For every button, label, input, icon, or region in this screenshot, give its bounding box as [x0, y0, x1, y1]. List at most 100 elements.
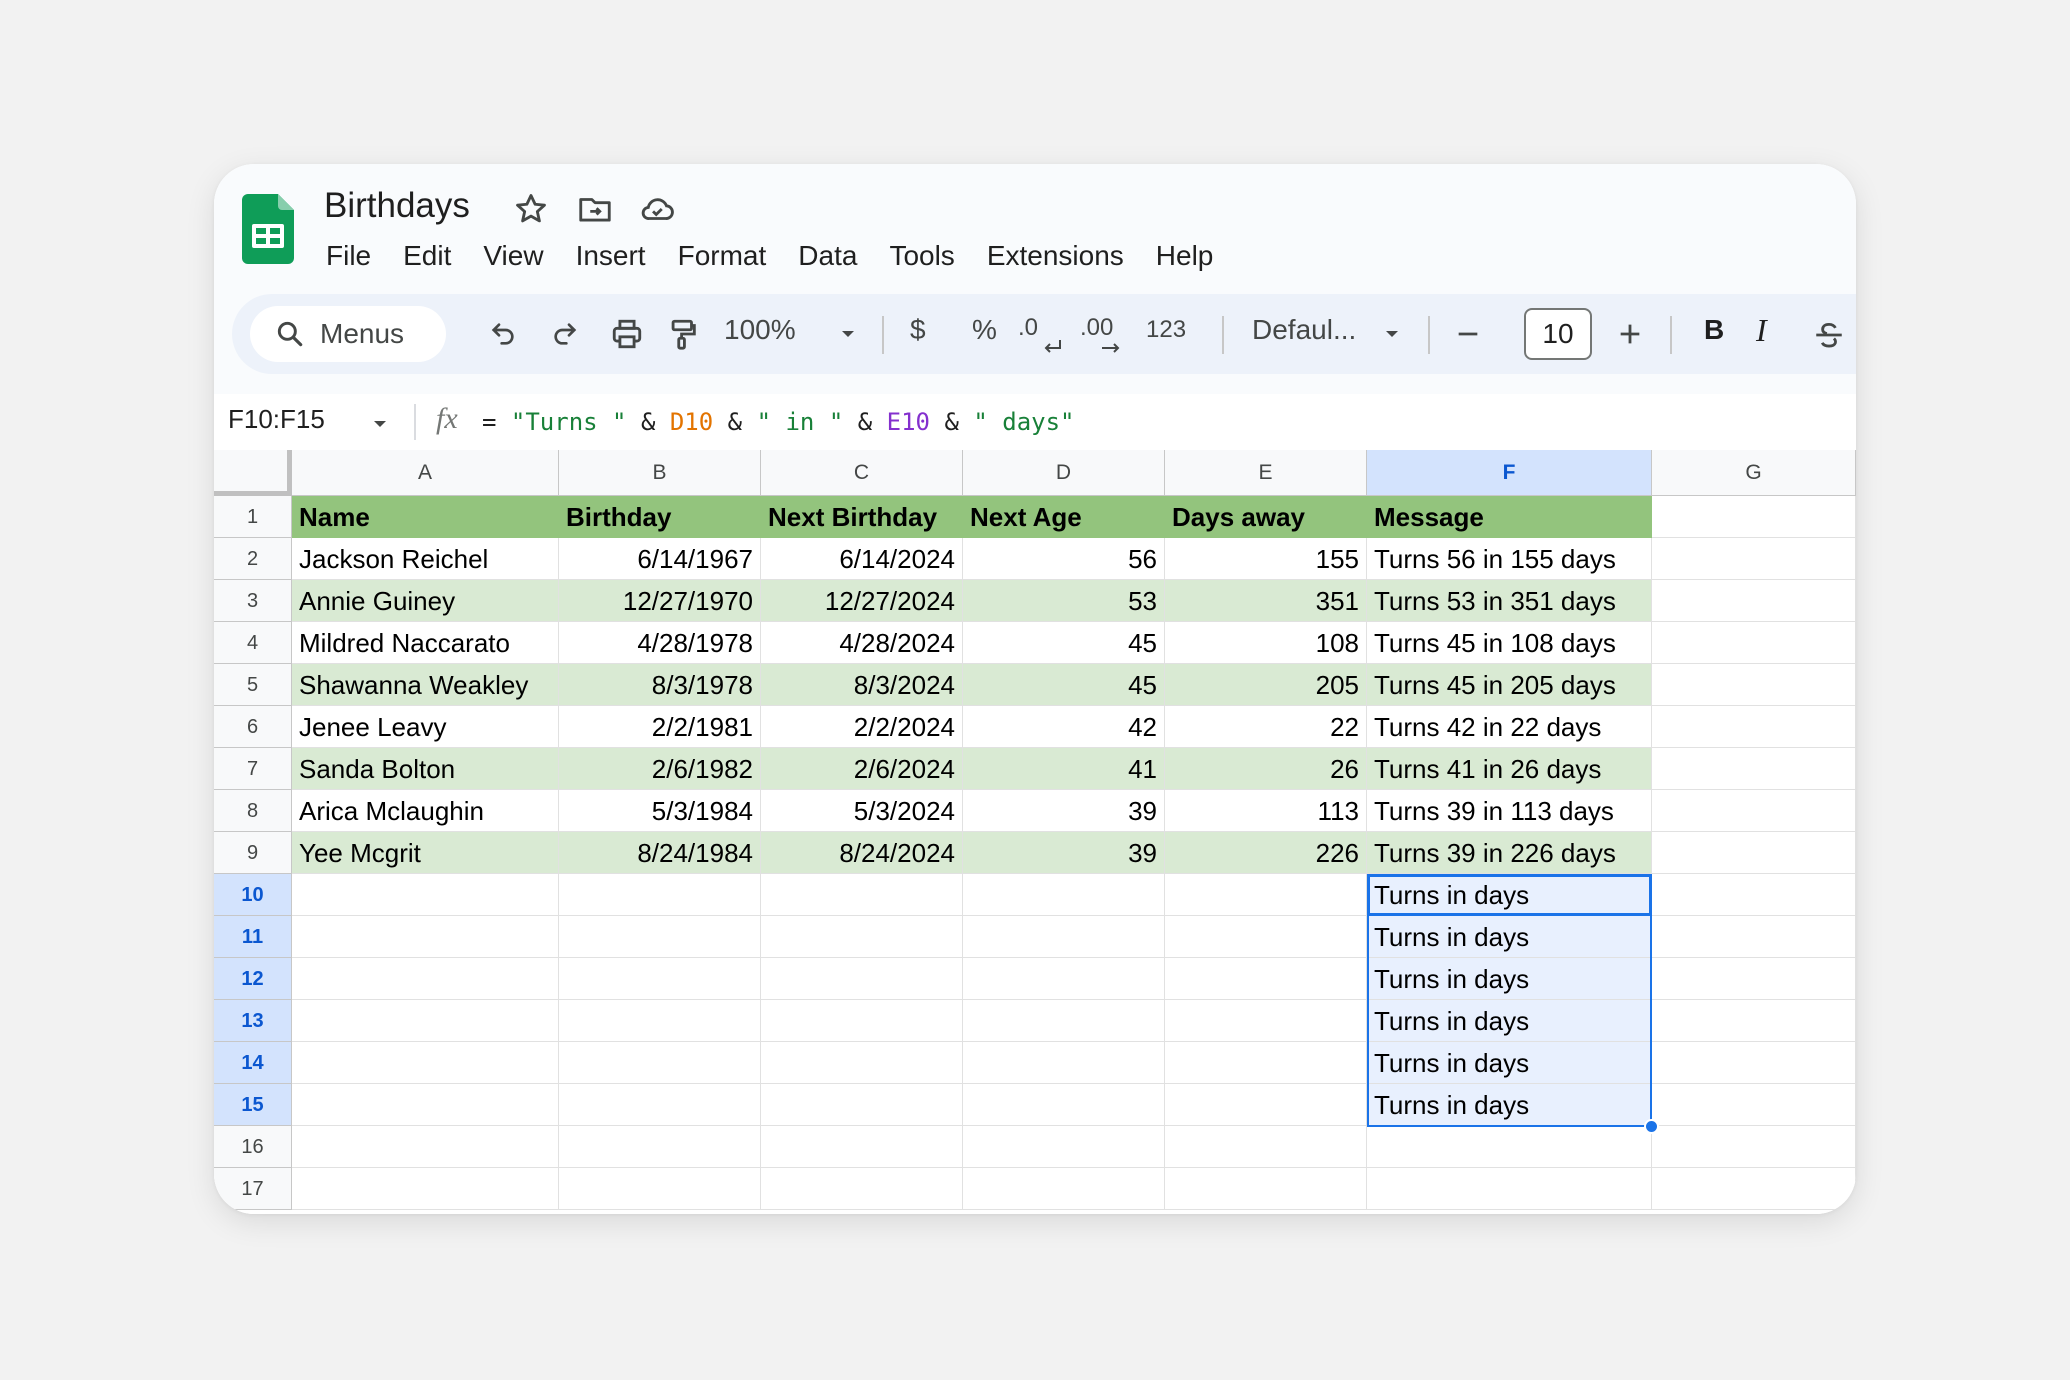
table-cell[interactable]: Turns 42 in 22 days: [1367, 706, 1652, 748]
table-cell[interactable]: Arica Mclaughin: [292, 790, 559, 832]
table-cell[interactable]: Turns in days: [1367, 874, 1652, 916]
table-cell[interactable]: [559, 1000, 761, 1042]
table-cell[interactable]: [1652, 1042, 1856, 1084]
table-cell[interactable]: [559, 916, 761, 958]
header-cell[interactable]: Next Age: [963, 496, 1165, 538]
zoom-value[interactable]: 100%: [724, 314, 796, 346]
table-cell[interactable]: 6/14/1967: [559, 538, 761, 580]
table-cell[interactable]: Turns 41 in 26 days: [1367, 748, 1652, 790]
cloud-status-icon[interactable]: [638, 190, 676, 228]
table-cell[interactable]: [559, 1042, 761, 1084]
currency-format-button[interactable]: $: [910, 314, 926, 346]
table-cell[interactable]: 41: [963, 748, 1165, 790]
table-cell[interactable]: Sanda Bolton: [292, 748, 559, 790]
row-header[interactable]: 10: [214, 874, 292, 916]
percent-format-button[interactable]: %: [972, 314, 997, 346]
table-cell[interactable]: [1165, 958, 1367, 1000]
bold-button[interactable]: B: [1704, 314, 1724, 346]
table-cell[interactable]: 45: [963, 664, 1165, 706]
row-header[interactable]: 15: [214, 1084, 292, 1126]
menu-insert[interactable]: Insert: [560, 234, 662, 278]
row-header[interactable]: 5: [214, 664, 292, 706]
document-title[interactable]: Birthdays: [324, 186, 470, 226]
table-cell[interactable]: 39: [963, 790, 1165, 832]
header-cell[interactable]: [1652, 496, 1856, 538]
table-cell[interactable]: Turns 45 in 108 days: [1367, 622, 1652, 664]
search-menus-button[interactable]: Menus: [250, 306, 446, 362]
table-cell[interactable]: 113: [1165, 790, 1367, 832]
header-cell[interactable]: Birthday: [559, 496, 761, 538]
table-cell[interactable]: [963, 1126, 1165, 1168]
decrease-decimal-button[interactable]: .0: [1018, 314, 1038, 342]
table-cell[interactable]: [1165, 916, 1367, 958]
row-header[interactable]: 17: [214, 1168, 292, 1210]
table-cell[interactable]: [1652, 832, 1856, 874]
table-cell[interactable]: 8/24/1984: [559, 832, 761, 874]
row-header[interactable]: 9: [214, 832, 292, 874]
table-cell[interactable]: Turns 39 in 113 days: [1367, 790, 1652, 832]
minus-icon[interactable]: [1454, 320, 1482, 348]
table-cell[interactable]: [559, 1084, 761, 1126]
table-cell[interactable]: [292, 1000, 559, 1042]
column-header-a[interactable]: A: [292, 450, 559, 496]
table-cell[interactable]: [1652, 664, 1856, 706]
column-header-b[interactable]: B: [559, 450, 761, 496]
move-folder-icon[interactable]: [576, 190, 614, 228]
table-cell[interactable]: 45: [963, 622, 1165, 664]
table-cell[interactable]: [761, 1084, 963, 1126]
table-cell[interactable]: [292, 916, 559, 958]
table-cell[interactable]: [292, 1126, 559, 1168]
plus-icon[interactable]: [1616, 320, 1644, 348]
table-cell[interactable]: Jackson Reichel: [292, 538, 559, 580]
table-cell[interactable]: [761, 1042, 963, 1084]
table-cell[interactable]: 2/2/1981: [559, 706, 761, 748]
table-cell[interactable]: Turns in days: [1367, 1042, 1652, 1084]
chevron-down-icon[interactable]: [1382, 324, 1402, 344]
table-cell[interactable]: 2/6/1982: [559, 748, 761, 790]
column-header-d[interactable]: D: [963, 450, 1165, 496]
table-cell[interactable]: 22: [1165, 706, 1367, 748]
column-header-c[interactable]: C: [761, 450, 963, 496]
menu-extensions[interactable]: Extensions: [971, 234, 1140, 278]
table-cell[interactable]: [761, 874, 963, 916]
fill-handle[interactable]: [1644, 1119, 1659, 1134]
row-header[interactable]: 7: [214, 748, 292, 790]
table-cell[interactable]: [559, 874, 761, 916]
row-header[interactable]: 13: [214, 1000, 292, 1042]
table-cell[interactable]: [1652, 874, 1856, 916]
row-header[interactable]: 14: [214, 1042, 292, 1084]
table-cell[interactable]: Annie Guiney: [292, 580, 559, 622]
table-cell[interactable]: Turns in days: [1367, 958, 1652, 1000]
table-cell[interactable]: 5/3/1984: [559, 790, 761, 832]
table-cell[interactable]: [1367, 1168, 1652, 1210]
table-cell[interactable]: [292, 958, 559, 1000]
table-cell[interactable]: Turns 53 in 351 days: [1367, 580, 1652, 622]
table-cell[interactable]: [1652, 1084, 1856, 1126]
table-cell[interactable]: [559, 1126, 761, 1168]
menu-tools[interactable]: Tools: [873, 234, 970, 278]
table-cell[interactable]: [1165, 1042, 1367, 1084]
table-cell[interactable]: Turns in days: [1367, 1000, 1652, 1042]
table-cell[interactable]: Turns in days: [1367, 916, 1652, 958]
redo-button[interactable]: [542, 311, 588, 357]
menu-format[interactable]: Format: [662, 234, 783, 278]
table-cell[interactable]: [559, 1168, 761, 1210]
table-cell[interactable]: [559, 958, 761, 1000]
table-cell[interactable]: 5/3/2024: [761, 790, 963, 832]
table-cell[interactable]: 12/27/1970: [559, 580, 761, 622]
table-cell[interactable]: 42: [963, 706, 1165, 748]
table-cell[interactable]: 2/2/2024: [761, 706, 963, 748]
table-cell[interactable]: [1165, 874, 1367, 916]
menu-help[interactable]: Help: [1140, 234, 1230, 278]
header-cell[interactable]: Name: [292, 496, 559, 538]
menu-data[interactable]: Data: [782, 234, 873, 278]
table-cell[interactable]: [292, 1168, 559, 1210]
table-cell[interactable]: 4/28/2024: [761, 622, 963, 664]
select-all-corner[interactable]: [214, 450, 292, 496]
table-cell[interactable]: [761, 1126, 963, 1168]
table-cell[interactable]: [761, 916, 963, 958]
row-header[interactable]: 6: [214, 706, 292, 748]
chevron-down-icon[interactable]: [370, 414, 390, 434]
column-header-g[interactable]: G: [1652, 450, 1856, 496]
table-cell[interactable]: [1165, 1084, 1367, 1126]
